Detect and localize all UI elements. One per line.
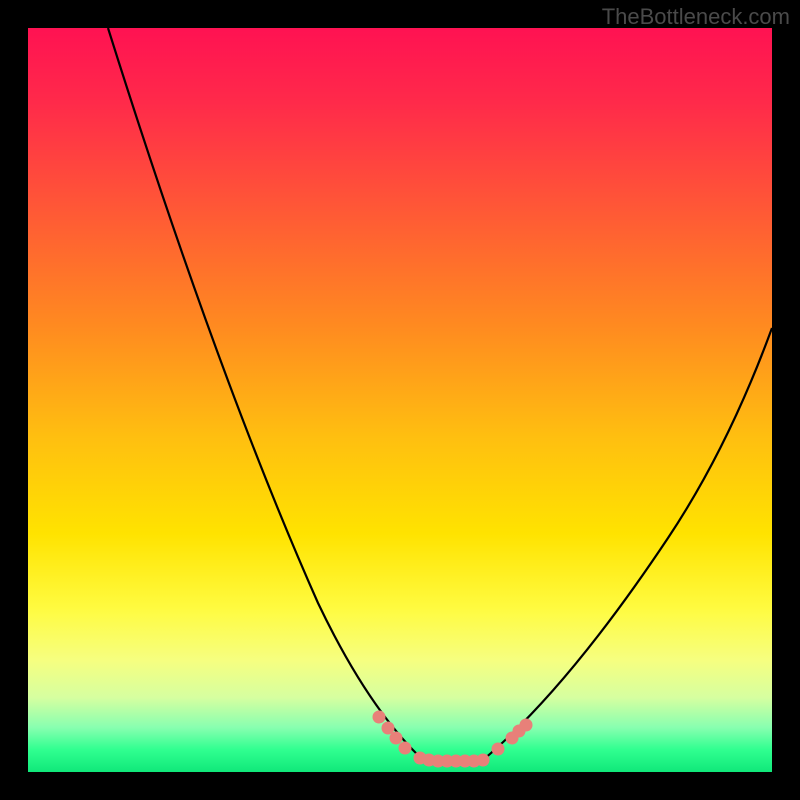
bead (399, 742, 412, 755)
bead (477, 754, 490, 767)
left-arm (108, 28, 423, 760)
bead (492, 743, 505, 756)
plot-area (28, 28, 772, 772)
chart-frame: TheBottleneck.com (0, 0, 800, 800)
watermark-text: TheBottleneck.com (602, 4, 790, 30)
bead (520, 719, 533, 732)
bead (390, 732, 403, 745)
bead-cluster (373, 711, 533, 768)
right-arm (483, 328, 772, 760)
bottleneck-curve (28, 28, 772, 772)
bead (373, 711, 386, 724)
